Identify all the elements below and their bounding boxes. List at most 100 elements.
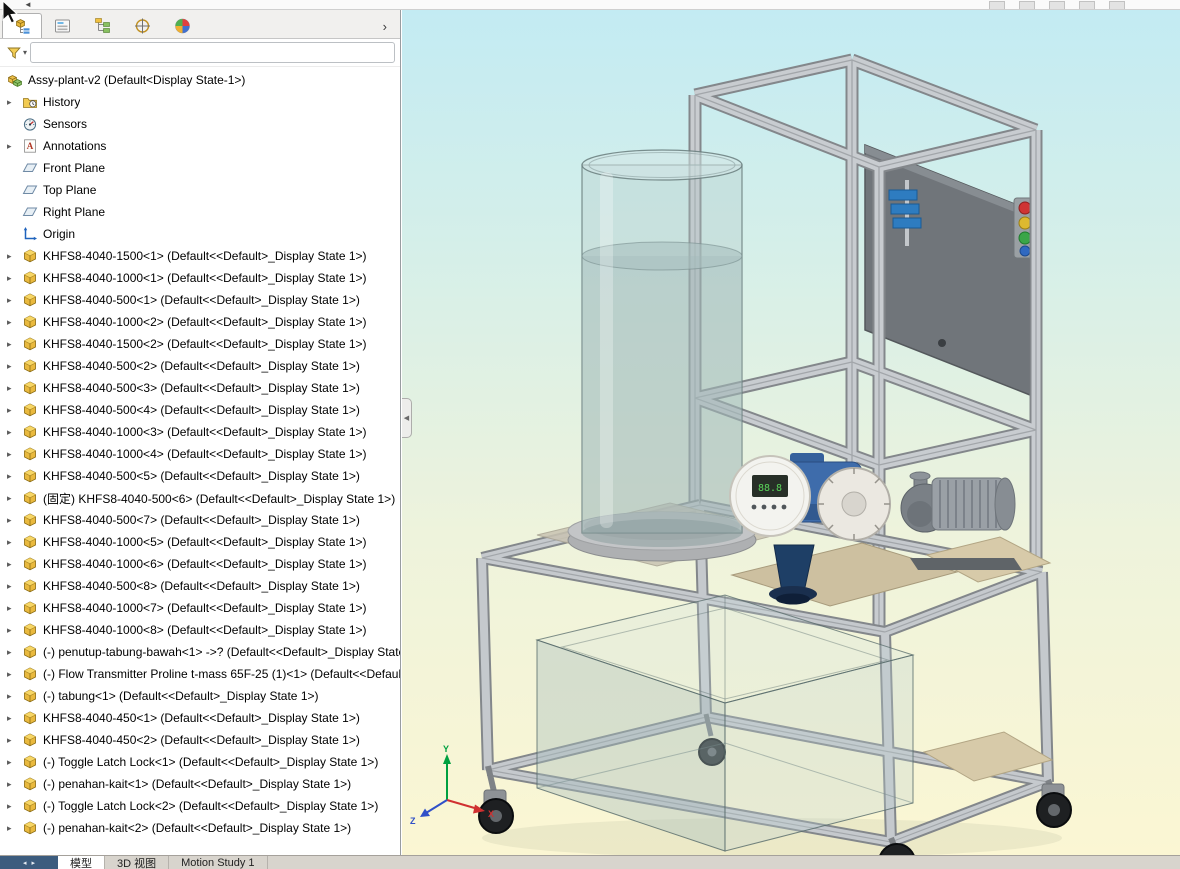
expand-arrow-icon[interactable]: ▸ bbox=[7, 713, 22, 724]
expand-arrow-icon[interactable]: ▸ bbox=[7, 801, 22, 812]
part-icon bbox=[22, 314, 39, 330]
tree-item[interactable]: ▸ KHFS8-4040-500<7> (Default<<Default>_Di… bbox=[0, 509, 400, 531]
tree-item[interactable]: ▸ KHFS8-4040-500<8> (Default<<Default>_Di… bbox=[0, 575, 400, 597]
panel-tab-displaymanager[interactable] bbox=[162, 13, 202, 38]
panel-tab-dimxpertmanager[interactable] bbox=[122, 13, 162, 38]
tree-item[interactable]: ▸ KHFS8-4040-450<1> (Default<<Default>_Di… bbox=[0, 707, 400, 729]
tree-item-label: Annotations bbox=[43, 139, 107, 153]
statusbar-tab-1[interactable]: 模型 bbox=[58, 856, 105, 869]
tree-item[interactable]: Origin bbox=[0, 223, 400, 245]
model-3d-view[interactable]: 88.8 Y X Z bbox=[402, 10, 1180, 855]
expand-arrow-icon[interactable]: ▸ bbox=[7, 735, 22, 746]
expand-arrow-icon[interactable]: ▸ bbox=[7, 625, 22, 636]
expand-arrow-icon[interactable]: ▸ bbox=[7, 449, 22, 460]
expand-arrow-icon[interactable]: ▸ bbox=[7, 317, 22, 328]
model-reservoir-tank[interactable] bbox=[535, 594, 915, 852]
part-icon bbox=[22, 248, 39, 264]
tree-item[interactable]: ▸ (-) Flow Transmitter Proline t-mass 65F… bbox=[0, 663, 400, 685]
tree-item[interactable]: ▸ KHFS8-4040-500<4> (Default<<Default>_Di… bbox=[0, 399, 400, 421]
tree-item[interactable]: ▸ KHFS8-4040-1000<1> (Default<<Default>_D… bbox=[0, 267, 400, 289]
tree-item[interactable]: ▸ KHFS8-4040-1000<8> (Default<<Default>_D… bbox=[0, 619, 400, 641]
tree-item[interactable]: ▸ A Annotations bbox=[0, 135, 400, 157]
expand-arrow-icon[interactable]: ▸ bbox=[7, 427, 22, 438]
expand-arrow-icon[interactable]: ▸ bbox=[7, 339, 22, 350]
expand-arrow-icon[interactable]: ▸ bbox=[7, 515, 22, 526]
caster-back-right[interactable] bbox=[1036, 778, 1072, 828]
tree-item-label: KHFS8-4040-1000<7> (Default<<Default>_Di… bbox=[43, 601, 367, 615]
expand-arrow-icon[interactable]: ▸ bbox=[7, 669, 22, 680]
expand-arrow-icon[interactable]: ▸ bbox=[7, 603, 22, 614]
tree-item[interactable]: ▸ History bbox=[0, 91, 400, 113]
part-icon bbox=[22, 292, 39, 308]
tree-item[interactable]: ▸ KHFS8-4040-500<2> (Default<<Default>_Di… bbox=[0, 355, 400, 377]
history-icon bbox=[22, 94, 39, 110]
tree-item[interactable]: ▸ (-) penahan-kait<2> (Default<<Default>_… bbox=[0, 817, 400, 839]
tree-item-label: KHFS8-4040-1500<1> (Default<<Default>_Di… bbox=[43, 249, 367, 263]
filter-row: ▾ bbox=[0, 39, 400, 67]
sheet-tab-nav[interactable]: ◂ ▸ bbox=[0, 856, 58, 869]
expand-arrow-icon[interactable]: ▸ bbox=[7, 295, 22, 306]
tree-item[interactable]: ▸ KHFS8-4040-500<1> (Default<<Default>_Di… bbox=[0, 289, 400, 311]
tab-nav-prev-icon[interactable]: ◂ bbox=[23, 859, 27, 867]
tree-filter-input[interactable] bbox=[30, 42, 395, 63]
panel-collapse-handle[interactable]: ◀ bbox=[402, 398, 412, 438]
tree-item[interactable]: Front Plane bbox=[0, 157, 400, 179]
expand-arrow-icon[interactable]: ▸ bbox=[7, 273, 22, 284]
expand-arrow-icon[interactable]: ▸ bbox=[7, 493, 22, 504]
tree-item[interactable]: Right Plane bbox=[0, 201, 400, 223]
tree-item-label: History bbox=[43, 95, 81, 109]
tree-item[interactable]: ▸ (-) Toggle Latch Lock<2> (Default<<Defa… bbox=[0, 795, 400, 817]
flow-display-digits: 88.8 bbox=[758, 483, 782, 494]
tree-item[interactable]: ▸ (固定) KHFS8-4040-500<6> (Default<<Defaul… bbox=[0, 487, 400, 509]
tree-item[interactable]: ▸ (-) penahan-kait<1> (Default<<Default>_… bbox=[0, 773, 400, 795]
statusbar-tab-2[interactable]: 3D 视图 bbox=[105, 856, 170, 869]
expand-arrow-icon[interactable]: ▸ bbox=[7, 559, 22, 570]
tree-item[interactable]: ▸ KHFS8-4040-1000<6> (Default<<Default>_D… bbox=[0, 553, 400, 575]
expand-arrow-icon[interactable]: ▸ bbox=[7, 405, 22, 416]
top-toolbar-strip: ◄ bbox=[0, 0, 1180, 10]
panel-tab-propertymanager[interactable] bbox=[42, 13, 82, 38]
tree-item[interactable]: ▸ KHFS8-4040-1000<4> (Default<<Default>_D… bbox=[0, 443, 400, 465]
panel-tab-configurationmanager[interactable] bbox=[82, 13, 122, 38]
tree-item[interactable]: ▸ KHFS8-4040-1000<3> (Default<<Default>_D… bbox=[0, 421, 400, 443]
panel-tab-featuremanager-tree[interactable] bbox=[2, 13, 42, 38]
tree-item[interactable]: ▸ KHFS8-4040-1000<7> (Default<<Default>_D… bbox=[0, 597, 400, 619]
tree-item[interactable]: ▸ KHFS8-4040-1000<2> (Default<<Default>_D… bbox=[0, 311, 400, 333]
expand-arrow-icon[interactable]: ▸ bbox=[7, 581, 22, 592]
tab-nav-next-icon[interactable]: ▸ bbox=[32, 859, 36, 867]
tree-item[interactable]: ▸ (-) Toggle Latch Lock<1> (Default<<Defa… bbox=[0, 751, 400, 773]
expand-arrow-icon[interactable]: ▸ bbox=[7, 537, 22, 548]
statusbar-tab-3[interactable]: Motion Study 1 bbox=[169, 856, 268, 869]
model-control-panel[interactable] bbox=[864, 143, 1037, 397]
tree-item[interactable]: ▸ KHFS8-4040-1500<2> (Default<<Default>_D… bbox=[0, 333, 400, 355]
expand-arrow-icon[interactable]: ▸ bbox=[7, 141, 22, 152]
tree-item[interactable]: ▸ KHFS8-4040-450<2> (Default<<Default>_Di… bbox=[0, 729, 400, 751]
tree-item[interactable]: ▸ KHFS8-4040-1000<5> (Default<<Default>_D… bbox=[0, 531, 400, 553]
tree-item[interactable]: ▸ KHFS8-4040-500<5> (Default<<Default>_Di… bbox=[0, 465, 400, 487]
expand-arrow-icon[interactable]: ▸ bbox=[7, 361, 22, 372]
tab-overflow-chevron-icon[interactable]: › bbox=[383, 19, 396, 38]
expand-arrow-icon[interactable]: ▸ bbox=[7, 383, 22, 394]
part-icon bbox=[22, 402, 39, 418]
expand-arrow-icon[interactable]: ▸ bbox=[7, 251, 22, 262]
graphics-viewport[interactable]: 88.8 Y X Z bbox=[402, 10, 1180, 855]
expand-arrow-icon[interactable]: ▸ bbox=[7, 757, 22, 768]
tree-item[interactable]: ▸ (-) penutup-tabung-bawah<1> ->? (Defaul… bbox=[0, 641, 400, 663]
tree-item-label: (-) penutup-tabung-bawah<1> ->? (Default… bbox=[43, 645, 400, 659]
expand-arrow-icon[interactable]: ▸ bbox=[7, 647, 22, 658]
tree-item[interactable]: ▸ KHFS8-4040-500<3> (Default<<Default>_Di… bbox=[0, 377, 400, 399]
model-cylinder-tank[interactable] bbox=[567, 149, 757, 562]
tree-root-item[interactable]: Assy-plant-v2 (Default<Display State-1>) bbox=[0, 69, 400, 91]
tree-item[interactable]: ▸ KHFS8-4040-1500<1> (Default<<Default>_D… bbox=[0, 245, 400, 267]
tree-item[interactable]: Top Plane bbox=[0, 179, 400, 201]
expand-arrow-icon[interactable]: ▸ bbox=[7, 823, 22, 834]
back-arrow-icon[interactable]: ◄ bbox=[24, 0, 32, 9]
part-icon bbox=[22, 754, 39, 770]
filter-funnel-button[interactable]: ▾ bbox=[6, 45, 27, 61]
expand-arrow-icon[interactable]: ▸ bbox=[7, 471, 22, 482]
expand-arrow-icon[interactable]: ▸ bbox=[7, 97, 22, 108]
tree-item[interactable]: ▸ (-) tabung<1> (Default<<Default>_Displa… bbox=[0, 685, 400, 707]
tree-item[interactable]: Sensors bbox=[0, 113, 400, 135]
expand-arrow-icon[interactable]: ▸ bbox=[7, 779, 22, 790]
expand-arrow-icon[interactable]: ▸ bbox=[7, 691, 22, 702]
